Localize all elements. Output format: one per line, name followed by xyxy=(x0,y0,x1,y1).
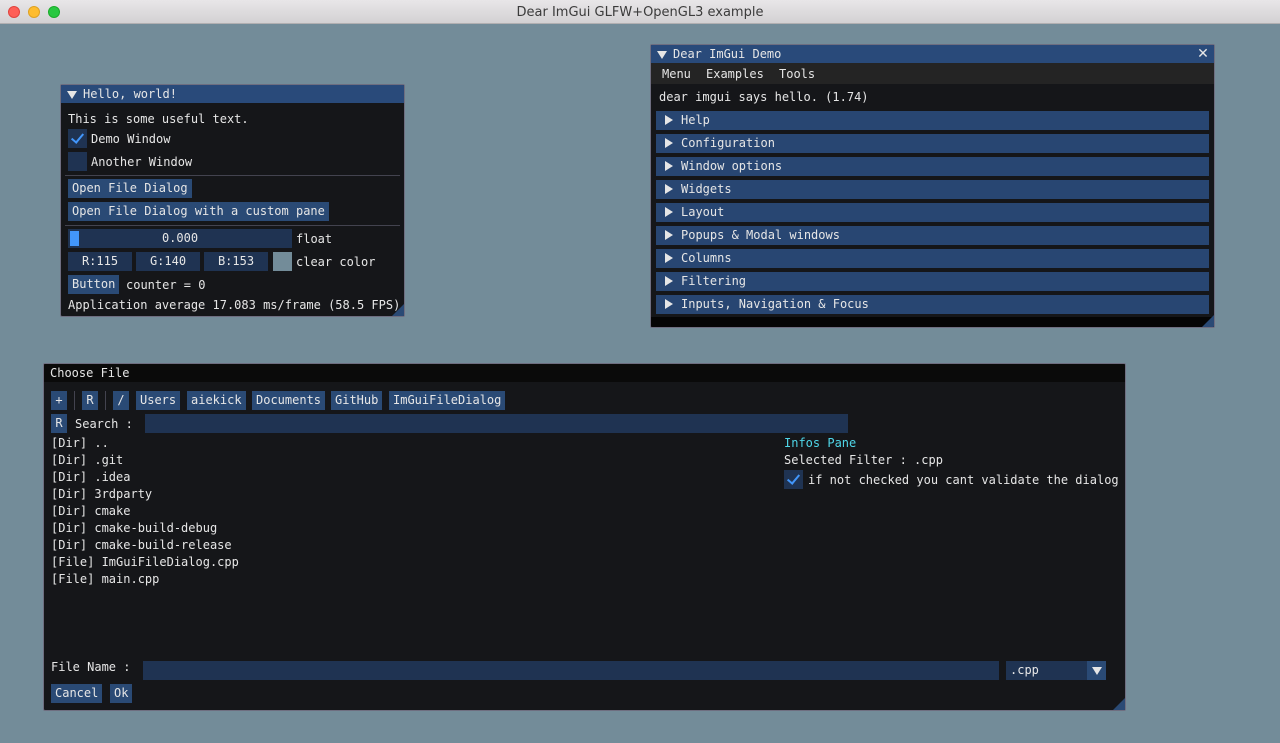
header-layout[interactable]: Layout xyxy=(656,203,1209,222)
ok-button[interactable]: Ok xyxy=(110,684,133,703)
clear-color-swatch[interactable] xyxy=(273,252,292,271)
arrow-right-icon xyxy=(665,184,673,194)
file-list-item[interactable]: [Dir] cmake xyxy=(51,503,130,519)
arrow-right-icon xyxy=(665,115,673,125)
file-list-item[interactable]: [Dir] .. xyxy=(51,435,109,451)
demo-window-titlebar[interactable]: Dear ImGui Demo xyxy=(651,45,1214,63)
counter-text: counter = 0 xyxy=(126,278,206,292)
header-columns[interactable]: Columns xyxy=(656,249,1209,268)
infos-pane-title: Infos Pane xyxy=(784,436,857,450)
header-window-options[interactable]: Window options xyxy=(656,157,1209,176)
new-folder-button[interactable]: + xyxy=(51,391,67,410)
file-name-label: File Name : xyxy=(51,660,131,674)
hello-window-title: Hello, world! xyxy=(83,87,177,101)
clear-color-label: clear color xyxy=(296,255,376,269)
arrow-right-icon xyxy=(665,207,673,217)
useful-text: This is some useful text. xyxy=(68,112,249,126)
separator xyxy=(65,225,400,226)
menu-item-examples[interactable]: Examples xyxy=(706,66,764,82)
path-root-button[interactable]: / xyxy=(113,391,129,410)
demo-window-checkbox[interactable] xyxy=(68,129,87,148)
chevron-down-icon[interactable] xyxy=(1087,661,1106,680)
resize-grip[interactable] xyxy=(392,304,404,316)
arrow-right-icon xyxy=(665,299,673,309)
validate-checkbox-label: if not checked you cant validate the dia… xyxy=(808,473,1119,487)
path-github-button[interactable]: GitHub xyxy=(331,391,383,410)
hello-window-titlebar[interactable]: Hello, world! xyxy=(61,85,404,103)
arrow-right-icon xyxy=(665,230,673,240)
demo-hello-text: dear imgui says hello. (1.74) xyxy=(659,90,869,104)
arrow-right-icon xyxy=(665,276,673,286)
search-input[interactable] xyxy=(145,414,848,433)
file-list-item[interactable]: [Dir] .idea xyxy=(51,469,130,485)
another-window-label: Another Window xyxy=(91,155,193,169)
color-r-field[interactable]: R:115 xyxy=(68,252,132,271)
demo-window-title: Dear ImGui Demo xyxy=(673,47,782,61)
resize-grip[interactable] xyxy=(1202,315,1214,327)
file-name-input[interactable] xyxy=(143,661,999,680)
validate-checkbox[interactable] xyxy=(784,470,803,489)
float-slider[interactable]: 0.000 xyxy=(68,229,292,248)
file-dialog-title: Choose File xyxy=(50,366,130,380)
counter-button[interactable]: Button xyxy=(68,275,120,294)
file-list-item[interactable]: [File] ImGuiFileDialog.cpp xyxy=(51,554,239,570)
float-label: float xyxy=(296,232,333,246)
cancel-button[interactable]: Cancel xyxy=(51,684,103,703)
path-imguifiledialog-button[interactable]: ImGuiFileDialog xyxy=(389,391,506,410)
arrow-right-icon xyxy=(665,161,673,171)
close-icon[interactable]: ✕ xyxy=(1196,45,1210,63)
reset-path-button[interactable]: R xyxy=(82,391,98,410)
file-dialog-window: Choose File + R / Users aiekick Document… xyxy=(43,363,1126,711)
file-list-item[interactable]: [Dir] 3rdparty xyxy=(51,486,152,502)
search-label: Search : xyxy=(75,417,133,431)
separator xyxy=(74,391,75,410)
file-dialog-titlebar[interactable]: Choose File xyxy=(44,364,1125,382)
hello-window: Hello, world! This is some useful text. … xyxy=(60,84,405,317)
path-aiekick-button[interactable]: aiekick xyxy=(187,391,246,410)
os-titlebar: Dear ImGui GLFW+OpenGL3 example xyxy=(0,0,1280,24)
menu-bar: Menu Examples Tools xyxy=(651,63,1214,84)
header-filtering[interactable]: Filtering xyxy=(656,272,1209,291)
arrow-right-icon xyxy=(665,253,673,263)
file-list-item[interactable]: [Dir] cmake-build-release xyxy=(51,537,232,553)
file-list-item[interactable]: [Dir] cmake-build-debug xyxy=(51,520,217,536)
header-popups[interactable]: Popups & Modal windows xyxy=(656,226,1209,245)
demo-window: Dear ImGui Demo ✕ Menu Examples Tools de… xyxy=(650,44,1215,328)
another-window-checkbox[interactable] xyxy=(68,152,87,171)
search-reset-button[interactable]: R xyxy=(51,414,67,433)
open-file-dialog-custom-button[interactable]: Open File Dialog with a custom pane xyxy=(68,202,329,221)
header-widgets[interactable]: Widgets xyxy=(656,180,1209,199)
demo-window-label: Demo Window xyxy=(91,132,171,146)
header-configuration[interactable]: Configuration xyxy=(656,134,1209,153)
open-file-dialog-button[interactable]: Open File Dialog xyxy=(68,179,192,198)
separator xyxy=(105,391,106,410)
color-g-field[interactable]: G:140 xyxy=(136,252,200,271)
color-b-field[interactable]: B:153 xyxy=(204,252,268,271)
header-inputs-navigation[interactable]: Inputs, Navigation & Focus xyxy=(656,295,1209,314)
arrow-right-icon xyxy=(665,138,673,148)
filter-select[interactable]: .cpp xyxy=(1006,661,1106,680)
separator xyxy=(65,175,400,176)
scrollbar-horizontal[interactable] xyxy=(651,317,1214,327)
filter-select-value: .cpp xyxy=(1010,663,1039,677)
resize-grip[interactable] xyxy=(1113,698,1125,710)
float-slider-value: 0.000 xyxy=(161,231,199,245)
fps-text: Application average 17.083 ms/frame (58.… xyxy=(68,298,401,312)
menu-item-menu[interactable]: Menu xyxy=(662,66,691,82)
app-title: Dear ImGui GLFW+OpenGL3 example xyxy=(516,5,764,20)
selected-filter-text: Selected Filter : .cpp xyxy=(784,453,943,467)
header-help[interactable]: Help xyxy=(656,111,1209,130)
menu-item-tools[interactable]: Tools xyxy=(779,66,815,82)
file-list-item[interactable]: [File] main.cpp xyxy=(51,571,159,587)
path-documents-button[interactable]: Documents xyxy=(252,391,326,410)
path-users-button[interactable]: Users xyxy=(136,391,181,410)
file-list-item[interactable]: [Dir] .git xyxy=(51,452,123,468)
